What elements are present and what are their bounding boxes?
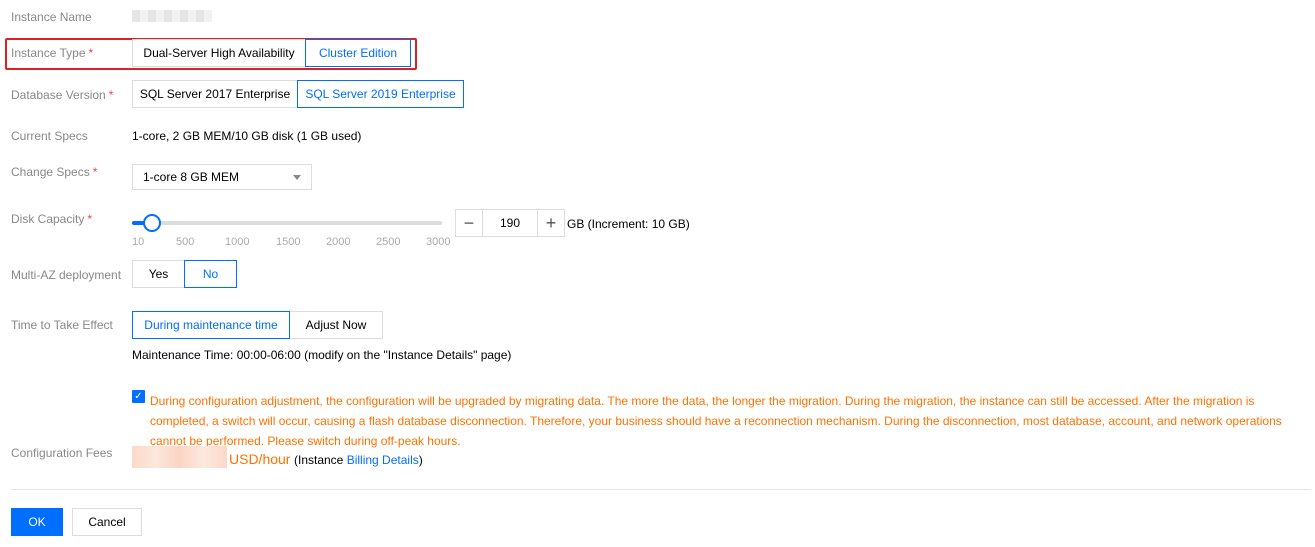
disk-capacity-slider-handle[interactable] [142, 214, 161, 232]
disk-capacity-label: Disk Capacity * [11, 212, 93, 226]
slider-tick-1000: 1000 [225, 236, 250, 248]
disk-capacity-stepper: − 190 + [455, 209, 565, 237]
multi-az-option-no[interactable]: No [184, 260, 237, 288]
slider-tick-3000: 3000 [426, 236, 451, 248]
fee-unit: USD/hour [229, 451, 291, 467]
disk-capacity-slider[interactable] [132, 214, 442, 232]
fee-amount-masked [132, 446, 227, 468]
time-to-effect-option-adjust-now[interactable]: Adjust Now [289, 311, 383, 339]
database-version-option-2017[interactable]: SQL Server 2017 Enterprise [132, 80, 298, 108]
slider-tick-10: 10 [132, 236, 145, 248]
disk-capacity-unit-note: GB (Increment: 10 GB) [567, 217, 690, 231]
instance-name-label: Instance Name [11, 10, 92, 24]
slider-tick-500: 500 [176, 236, 195, 248]
slider-tick-1500: 1500 [276, 236, 301, 248]
database-version-label: Database Version * [11, 88, 114, 102]
instance-type-option-cluster[interactable]: Cluster Edition [305, 39, 411, 67]
checkmark-icon: ✓ [134, 390, 143, 402]
multi-az-selector: Yes No [132, 260, 237, 288]
instance-type-selector: Dual-Server High Availability Cluster Ed… [132, 39, 411, 67]
instance-type-label: Instance Type * [11, 46, 94, 60]
change-specs-selected-value: 1-core 8 GB MEM [143, 170, 240, 184]
change-specs-dropdown[interactable]: 1-core 8 GB MEM [132, 164, 312, 190]
decrement-button[interactable]: − [455, 209, 483, 237]
acknowledge-checkbox[interactable]: ✓ [132, 390, 145, 403]
configuration-fees-label: Configuration Fees [11, 446, 113, 460]
slider-tick-2000: 2000 [326, 236, 351, 248]
chevron-down-icon [293, 175, 301, 180]
increment-button[interactable]: + [537, 209, 565, 237]
cancel-button[interactable]: Cancel [72, 508, 142, 536]
time-to-effect-option-maintenance[interactable]: During maintenance time [132, 311, 290, 339]
disk-capacity-input[interactable]: 190 [483, 209, 537, 237]
current-specs-label: Current Specs [11, 129, 88, 143]
database-version-selector: SQL Server 2017 Enterprise SQL Server 20… [132, 80, 464, 108]
time-to-effect-label: Time to Take Effect [11, 318, 113, 332]
database-version-option-2019[interactable]: SQL Server 2019 Enterprise [297, 80, 464, 108]
time-to-effect-selector: During maintenance time Adjust Now [132, 311, 383, 339]
multi-az-label: Multi-AZ deployment [11, 268, 122, 282]
ok-button[interactable]: OK [11, 508, 63, 536]
billing-details-link[interactable]: Billing Details [347, 453, 419, 467]
instance-type-option-dual-server[interactable]: Dual-Server High Availability [132, 39, 306, 67]
change-specs-label: Change Specs * [11, 165, 98, 179]
instance-name-value-masked [132, 10, 212, 22]
migration-warning-text: During configuration adjustment, the con… [150, 394, 1282, 448]
slider-tick-2500: 2500 [376, 236, 401, 248]
footer-divider [11, 489, 1311, 490]
multi-az-option-yes[interactable]: Yes [132, 260, 185, 288]
maintenance-time-note: Maintenance Time: 00:00-06:00 (modify on… [132, 348, 512, 362]
fee-note: (Instance Billing Details) [294, 453, 423, 467]
current-specs-value: 1-core, 2 GB MEM/10 GB disk (1 GB used) [132, 129, 362, 143]
